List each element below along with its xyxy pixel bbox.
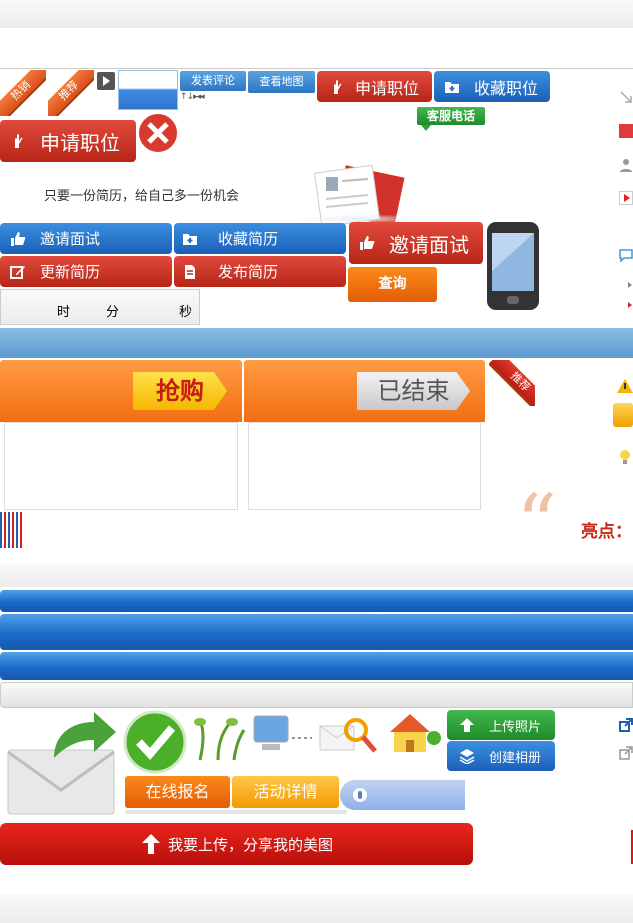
second-label: 秒	[179, 305, 193, 320]
arrow-right-icon[interactable]	[628, 282, 632, 288]
gray-band	[0, 563, 633, 587]
invite-interview-button[interactable]: 邀请面试	[0, 223, 172, 254]
play-icon	[103, 76, 110, 86]
blue-bar	[0, 614, 633, 650]
user-icon[interactable]	[619, 158, 633, 172]
arrow-controls[interactable]: ↑↓▸◂◂	[180, 92, 205, 102]
section-band	[0, 328, 633, 358]
hand-icon	[353, 788, 367, 802]
minute-label: 分	[106, 305, 120, 320]
recommend-ribbon: 推荐	[489, 360, 535, 406]
highlight-label: 亮点：	[581, 522, 632, 542]
image-icon[interactable]	[619, 124, 633, 138]
phone-icon	[487, 222, 539, 310]
post-comment-button[interactable]: 发表评论	[180, 71, 246, 91]
favorite-job-button[interactable]: 收藏职位	[434, 71, 550, 102]
corner-arrow-icon[interactable]	[619, 90, 633, 104]
create-album-button[interactable]: 创建相册	[447, 741, 555, 771]
hand-icon	[15, 134, 23, 148]
upload-icon	[460, 718, 474, 732]
top-gradient-bar	[0, 0, 633, 28]
buy-button[interactable]: 抢购	[133, 372, 227, 410]
tab-underline	[125, 810, 347, 814]
document-icon	[185, 264, 195, 279]
slider-control[interactable]	[340, 780, 465, 810]
apply-job-large-label: 申请职位	[40, 130, 120, 155]
invite-label: 邀请面试	[40, 230, 101, 248]
hour-label: 时	[57, 305, 71, 320]
signup-online-button[interactable]: 在线报名	[125, 776, 230, 808]
update-label: 更新简历	[40, 263, 101, 281]
chat-icon[interactable]	[619, 248, 633, 263]
publish-label: 发布简历	[218, 263, 279, 281]
folder-plus-icon	[445, 81, 459, 93]
plant-icon	[194, 718, 246, 761]
favorite-resume-label: 收藏简历	[218, 230, 279, 248]
thumbs-up-icon	[360, 236, 375, 250]
edit-icon	[10, 265, 25, 279]
house-icon	[390, 714, 441, 752]
create-album-label: 创建相册	[489, 750, 542, 766]
search-mail-icon	[319, 718, 377, 753]
recommend-ribbon: 推荐	[48, 70, 94, 116]
blue-box	[118, 70, 178, 110]
invite-large-label: 邀请面试	[389, 232, 469, 257]
quote-icon: “	[516, 477, 557, 570]
slogan-text: 只要一份简历，给自己多一份机会	[44, 189, 240, 204]
favorite-resume-button[interactable]: 收藏简历	[174, 223, 346, 254]
upload-photo-button[interactable]: 上传照片	[447, 710, 555, 740]
share-upload-button[interactable]: 我要上传，分享我的美图	[0, 823, 473, 865]
arrow-right-red-icon[interactable]	[628, 302, 632, 308]
upload-photo-label: 上传照片	[489, 719, 542, 735]
hand-icon	[334, 79, 342, 94]
external-link-icon[interactable]	[619, 746, 633, 764]
service-phone-badge: 客服电话	[417, 107, 485, 125]
video-icon[interactable]	[619, 191, 633, 205]
thumbs-up-icon	[11, 231, 26, 246]
stripe-decoration	[0, 512, 24, 548]
publish-resume-button[interactable]: 发布简历	[174, 256, 346, 287]
arrow-up-icon	[141, 834, 160, 854]
badge-pointer	[421, 125, 431, 131]
ended-panel-body	[248, 422, 481, 510]
query-button[interactable]: 查询	[348, 267, 437, 302]
divider	[0, 68, 633, 69]
ended-button[interactable]: 已结束	[357, 372, 470, 410]
activity-details-button[interactable]: 活动详情	[232, 776, 339, 808]
share-upload-label: 我要上传，分享我的美图	[167, 835, 333, 854]
warning-icon	[617, 379, 633, 393]
play-button[interactable]	[97, 72, 115, 90]
note-icon	[613, 403, 633, 427]
folder-plus-icon	[183, 233, 197, 245]
blue-bar	[0, 652, 633, 680]
check-icon	[123, 710, 187, 774]
layers-icon	[459, 749, 475, 764]
buy-panel-body	[4, 422, 238, 510]
close-icon[interactable]	[136, 111, 180, 155]
gray-bar	[0, 682, 633, 708]
mail-icon	[7, 712, 116, 815]
blue-bar	[0, 590, 633, 612]
favorite-job-label: 收藏职位	[474, 78, 539, 98]
apply-job-large-button[interactable]: 申请职位	[0, 120, 136, 162]
countdown-timer: 时 分 秒	[0, 289, 200, 325]
hot-ribbon: 热销	[0, 70, 46, 116]
invite-interview-large-button[interactable]: 邀请面试	[349, 222, 483, 264]
apply-job-button[interactable]: 申请职位	[317, 71, 432, 102]
update-resume-button[interactable]: 更新简历	[0, 256, 172, 287]
computer-icon	[253, 715, 312, 750]
view-map-button[interactable]: 查看地图	[248, 71, 315, 93]
external-link-icon[interactable]	[619, 718, 633, 736]
lightbulb-icon	[620, 450, 630, 464]
bottom-gradient-bar	[0, 893, 633, 923]
apply-job-label: 申请职位	[355, 78, 420, 98]
